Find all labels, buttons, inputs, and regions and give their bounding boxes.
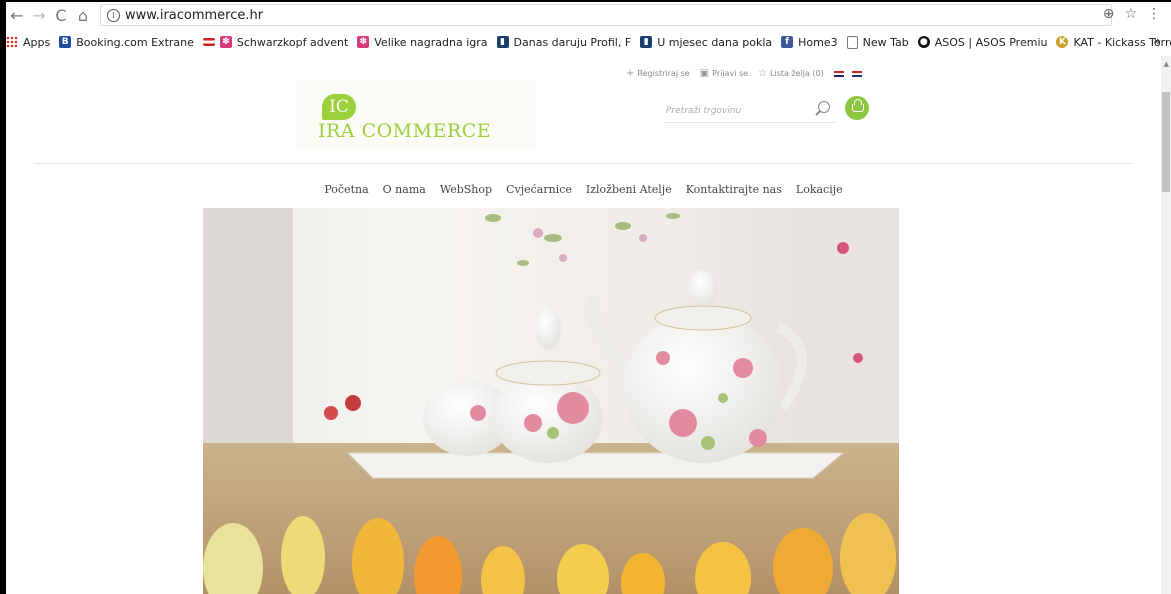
kat-icon: K xyxy=(1056,36,1069,48)
hero-image xyxy=(203,208,899,594)
back-button[interactable]: ← xyxy=(6,6,28,25)
schwarzkopf-icon: ✽ xyxy=(219,36,232,48)
bookmark-label: Home3 xyxy=(798,35,838,49)
bookmark-item[interactable]: New Tab xyxy=(846,35,909,49)
bookmark-label: New Tab xyxy=(862,35,909,49)
booking-icon: B xyxy=(59,36,72,48)
web-page: IC IRA COMMERCE + Registriraj se ▣ Prija… xyxy=(6,56,1161,594)
browser-toolbar: ← → C ⌂ i www.iracommerce.hr ⊕ ☆ ⋮ xyxy=(6,2,1171,28)
nav-item-webshop[interactable]: WebShop xyxy=(440,183,492,196)
bookmark-item[interactable]: ✽ Velike nagradna igra xyxy=(357,35,488,49)
bookmark-star-icon[interactable]: ☆ xyxy=(1124,6,1137,22)
scroll-up-icon[interactable]: ▲ xyxy=(1164,60,1169,68)
home-button[interactable]: ⌂ xyxy=(72,6,94,25)
toolbar-actions: ⊕ ☆ ⋮ xyxy=(1103,6,1161,22)
reload-button[interactable]: C xyxy=(50,6,72,25)
bookmark-apps[interactable]: Apps xyxy=(6,36,50,49)
star-icon: ☆ xyxy=(758,68,768,79)
english-flag-icon[interactable] xyxy=(833,70,844,77)
address-bar[interactable]: i www.iracommerce.hr xyxy=(100,4,1112,26)
bookmark-label: Apps xyxy=(23,35,51,49)
bookmark-icon: ▮ xyxy=(496,36,509,48)
info-icon[interactable]: i xyxy=(107,8,120,22)
bookmark-label: Velike nagradna igra xyxy=(374,35,488,49)
facebook-icon: f xyxy=(781,36,794,48)
site-search xyxy=(664,98,836,123)
logo-monogram: IC xyxy=(322,94,356,120)
login-link[interactable]: ▣ Prijavi se xyxy=(700,68,748,79)
plus-icon: + xyxy=(626,68,635,79)
schwarzkopf-icon: ✽ xyxy=(357,36,370,48)
page-icon xyxy=(846,35,858,49)
register-link[interactable]: + Registriraj se xyxy=(626,68,690,79)
site-logo[interactable]: IC IRA COMMERCE xyxy=(296,80,536,150)
login-label: Prijavi se xyxy=(712,69,749,78)
more-bookmarks-button[interactable]: » xyxy=(1154,34,1161,48)
croatian-flag-icon[interactable] xyxy=(851,70,862,77)
bookmark-item[interactable]: ▮ U mjesec dana pokla xyxy=(640,36,772,49)
register-label: Registriraj se xyxy=(637,69,690,78)
lock-icon: ▣ xyxy=(699,68,710,79)
basket-icon xyxy=(852,99,864,112)
search-input[interactable] xyxy=(664,100,806,122)
nav-item-showroom[interactable]: Izložbeni Atelje xyxy=(586,183,672,196)
menu-icon[interactable]: ⋮ xyxy=(1147,6,1161,22)
bookmark-item[interactable]: ▮ Danas daruju Profil, F xyxy=(496,35,632,49)
asos-icon: ● xyxy=(917,36,930,48)
bookmarks-bar: Apps B Booking.com Extrane ✽ Schwarzkopf… xyxy=(6,32,1171,52)
logo-text: IRA COMMERCE xyxy=(318,120,492,142)
bookmark-item[interactable]: f Home3 xyxy=(781,35,838,49)
bookmark-icon: ▮ xyxy=(640,36,653,48)
search-icon[interactable] xyxy=(818,101,830,113)
nav-item-locations[interactable]: Lokacije xyxy=(796,183,843,196)
bookmark-item[interactable]: ● ASOS | ASOS Premiu xyxy=(917,35,1048,49)
wishlist-link[interactable]: ☆ Lista želja (0) xyxy=(758,68,824,79)
nav-item-florists[interactable]: Cvjećarnice xyxy=(506,183,572,196)
cart-button[interactable] xyxy=(845,96,869,120)
zoom-icon[interactable]: ⊕ xyxy=(1103,6,1115,22)
nav-item-about[interactable]: O nama xyxy=(383,183,426,196)
scrollbar-thumb[interactable] xyxy=(1162,92,1170,192)
bookmark-item[interactable]: B Booking.com Extrane xyxy=(59,36,194,49)
flag-icon xyxy=(202,38,215,46)
bookmark-label: Danas daruju Profil, F xyxy=(513,35,632,49)
main-navigation: Početna O nama WebShop Cvjećarnice Izlož… xyxy=(6,178,1161,197)
utility-links: + Registriraj se ▣ Prijavi se ☆ Lista že… xyxy=(626,68,870,79)
header-divider xyxy=(34,163,1132,164)
wishlist-label: Lista želja (0) xyxy=(770,69,824,78)
apps-icon xyxy=(6,36,18,48)
bookmark-label: Schwarzkopf advent xyxy=(236,35,349,49)
forward-button[interactable]: → xyxy=(28,6,50,25)
bookmark-label: Booking.com Extrane xyxy=(76,35,194,49)
nav-item-home[interactable]: Početna xyxy=(324,183,368,196)
bookmark-label: ASOS | ASOS Premiu xyxy=(934,35,1048,49)
nav-item-contact[interactable]: Kontaktirajte nas xyxy=(686,183,782,196)
url-text: www.iracommerce.hr xyxy=(125,7,264,23)
bookmark-item[interactable]: ✽ Schwarzkopf advent xyxy=(202,35,349,49)
tea-set-photo xyxy=(203,208,899,594)
bookmark-label: U mjesec dana pokla xyxy=(657,35,773,49)
